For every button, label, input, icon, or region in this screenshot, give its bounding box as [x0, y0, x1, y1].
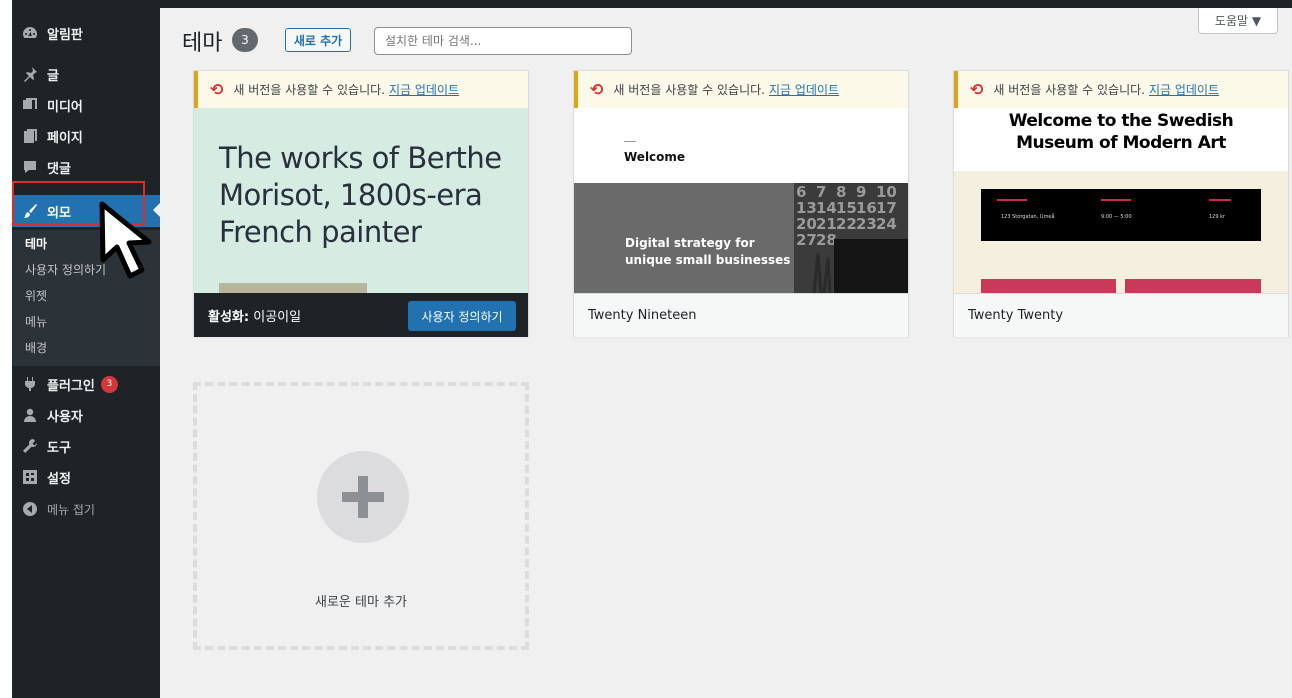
submenu-item-widgets[interactable]: 위젯 — [25, 286, 47, 306]
sidebar-item-plugins[interactable]: 플러그인 3 — [12, 369, 160, 399]
wp-admin-window: 알림판 글 미디어 페이지 댓글 외모 테마 사용자 정의하기 위젯 메뉴 배경… — [12, 0, 1292, 698]
plus-icon — [317, 451, 409, 543]
screenshot-hero: 6 7 8 9 10 13 14 15 16 17 20 21 22 23 24 27 28 Digita… — [574, 183, 908, 293]
page-icon — [22, 128, 38, 144]
screenshot-image-left — [981, 279, 1116, 293]
sidebar-item-label: 도구 — [47, 440, 71, 456]
theme-search-input[interactable] — [374, 27, 632, 55]
refresh-icon: ⟲ — [210, 80, 224, 99]
screenshot-info-bar: 123 Storgatan, Umeå 9:00 — 5:00 129 kr — [981, 189, 1261, 241]
mouse-pointer-icon — [99, 201, 152, 279]
screenshot-calendar-photo: 6 7 8 9 10 13 14 15 16 17 20 21 22 23 24 27 28 — [794, 183, 908, 293]
screenshot-body: 123 Storgatan, Umeå 9:00 — 5:00 129 kr — [954, 171, 1288, 293]
sidebar-item-label: 글 — [47, 68, 59, 84]
screenshot-hours: 9:00 — 5:00 — [1101, 214, 1132, 220]
sidebar-item-tools[interactable]: 도구 — [12, 431, 160, 461]
wrench-icon — [22, 438, 38, 454]
user-icon — [22, 407, 38, 423]
sidebar-item-label: 댓글 — [47, 161, 71, 177]
sidebar-item-label: 사용자 — [47, 409, 83, 425]
add-new-theme-card[interactable]: 새로운 테마 추가 — [193, 382, 529, 650]
pin-icon — [22, 66, 38, 82]
sidebar-item-pages[interactable]: 페이지 — [12, 121, 160, 151]
theme-card-twenty-twenty[interactable]: ⟲ 새 버전을 사용할 수 있습니다. 지금 업데이트 Welcome to t… — [953, 70, 1289, 337]
dashboard-icon — [22, 25, 38, 41]
theme-card-twenty-nineteen[interactable]: ⟲ 새 버전을 사용할 수 있습니다. 지금 업데이트 Welcome 6789… — [573, 70, 909, 337]
sidebar-item-dashboard[interactable]: 알림판 — [12, 18, 160, 48]
sidebar-item-label: 설정 — [47, 471, 71, 487]
theme-name: Twenty Twenty — [968, 308, 1064, 323]
screenshot-welcome: Welcome — [624, 150, 686, 164]
submenu-item-themes[interactable]: 테마 — [25, 234, 47, 254]
active-prefix: 활성화: — [208, 309, 250, 325]
screenshot-price: 129 kr — [1209, 214, 1226, 220]
update-notice-text: 새 버전을 사용할 수 있습니다. — [233, 83, 385, 97]
active-theme-footer: 활성화: 이공이일 사용자 정의하기 — [194, 293, 528, 337]
page-title: 테마 — [182, 31, 223, 56]
admin-bar — [12, 0, 1292, 8]
sidebar-item-label: 미디어 — [47, 99, 83, 115]
theme-screenshot[interactable]: The works of Berthe Morisot, 1800s-era F… — [194, 108, 528, 293]
update-notice: ⟲ 새 버전을 사용할 수 있습니다. 지금 업데이트 — [194, 71, 528, 108]
sidebar-item-label: 플러그인 — [47, 378, 95, 394]
sidebar-item-label: 알림판 — [47, 27, 83, 43]
sidebar-item-label: 메뉴 접기 — [47, 502, 95, 517]
update-notice: ⟲ 새 버전을 사용할 수 있습니다. 지금 업데이트 — [954, 71, 1288, 108]
update-now-link[interactable]: 지금 업데이트 — [769, 81, 839, 98]
update-now-link[interactable]: 지금 업데이트 — [389, 81, 459, 98]
collapse-icon — [22, 501, 38, 517]
svg-text:24: 24 — [876, 215, 897, 233]
plugin-icon — [22, 376, 38, 392]
submenu-item-customize[interactable]: 사용자 정의하기 — [25, 260, 106, 280]
themes-page: 도움말 ▼ 테마 3 새로 추가 ⟲ 새 버전을 사용할 수 있습니다. 지금 … — [160, 8, 1292, 698]
theme-footer: Twenty Nineteen — [574, 293, 908, 337]
update-notice: ⟲ 새 버전을 사용할 수 있습니다. 지금 업데이트 — [574, 71, 908, 108]
sidebar-item-comments[interactable]: 댓글 — [12, 152, 160, 182]
submenu-item-menus[interactable]: 메뉴 — [25, 312, 47, 332]
add-new-theme-button[interactable]: 새로 추가 — [285, 28, 351, 52]
help-tab-button[interactable]: 도움말 ▼ — [1198, 8, 1278, 34]
settings-icon — [22, 469, 38, 485]
screenshot-title: Welcome to the Swedish Museum of Modern … — [1008, 111, 1234, 153]
help-tab-label: 도움말 ▼ — [1214, 14, 1262, 28]
sidebar-item-media[interactable]: 미디어 — [12, 90, 160, 120]
admin-sidebar: 알림판 글 미디어 페이지 댓글 외모 테마 사용자 정의하기 위젯 메뉴 배경… — [12, 0, 161, 698]
add-new-theme-label: 새로운 테마 추가 — [315, 595, 407, 610]
comment-icon — [22, 159, 38, 175]
sidebar-item-users[interactable]: 사용자 — [12, 400, 160, 430]
sidebar-item-settings[interactable]: 설정 — [12, 462, 160, 492]
theme-name: Twenty Nineteen — [588, 308, 697, 323]
theme-name: 이공이일 — [253, 309, 302, 325]
calendar-numbers-graphic: 6 7 8 9 10 13 14 15 16 17 20 21 22 23 24 27 28 — [796, 183, 908, 293]
refresh-icon: ⟲ — [970, 80, 984, 99]
media-icon — [22, 97, 38, 113]
refresh-icon: ⟲ — [590, 80, 604, 99]
theme-footer: Twenty Twenty — [954, 293, 1288, 337]
screenshot-address: 123 Storgatan, Umeå — [1001, 214, 1055, 220]
update-notice-text: 새 버전을 사용할 수 있습니다. — [613, 83, 765, 97]
sidebar-item-label: 페이지 — [47, 130, 83, 146]
screenshot-rule — [624, 141, 636, 142]
submenu-item-background[interactable]: 배경 — [25, 338, 47, 358]
customize-button[interactable]: 사용자 정의하기 — [408, 301, 516, 331]
svg-text:23: 23 — [856, 215, 877, 233]
svg-text:22: 22 — [836, 215, 857, 233]
screenshot-image-strip — [219, 283, 367, 293]
sidebar-item-posts[interactable]: 글 — [12, 59, 160, 89]
update-notice-text: 새 버전을 사용할 수 있습니다. — [993, 83, 1145, 97]
theme-card-active[interactable]: ⟲ 새 버전을 사용할 수 있습니다. 지금 업데이트 The works of… — [193, 70, 529, 337]
sidebar-collapse-button[interactable]: 메뉴 접기 — [12, 494, 160, 524]
svg-text:28: 28 — [816, 231, 837, 249]
screenshot-heading: The works of Berthe Morisot, 1800s-era F… — [219, 141, 502, 249]
plugin-update-badge: 3 — [100, 375, 118, 393]
screenshot-tagline: Digital strategy for unique small busine… — [625, 236, 791, 267]
theme-count-badge: 3 — [232, 28, 258, 52]
theme-screenshot[interactable]: Welcome to the Swedish Museum of Modern … — [954, 108, 1288, 293]
svg-text:27: 27 — [796, 231, 817, 249]
update-now-link[interactable]: 지금 업데이트 — [1149, 81, 1219, 98]
screenshot-image-right — [1125, 279, 1261, 293]
theme-screenshot[interactable]: Welcome 6 7 8 9 10 13 14 15 16 17 20 21 22 23 24 27 2… — [574, 108, 908, 293]
